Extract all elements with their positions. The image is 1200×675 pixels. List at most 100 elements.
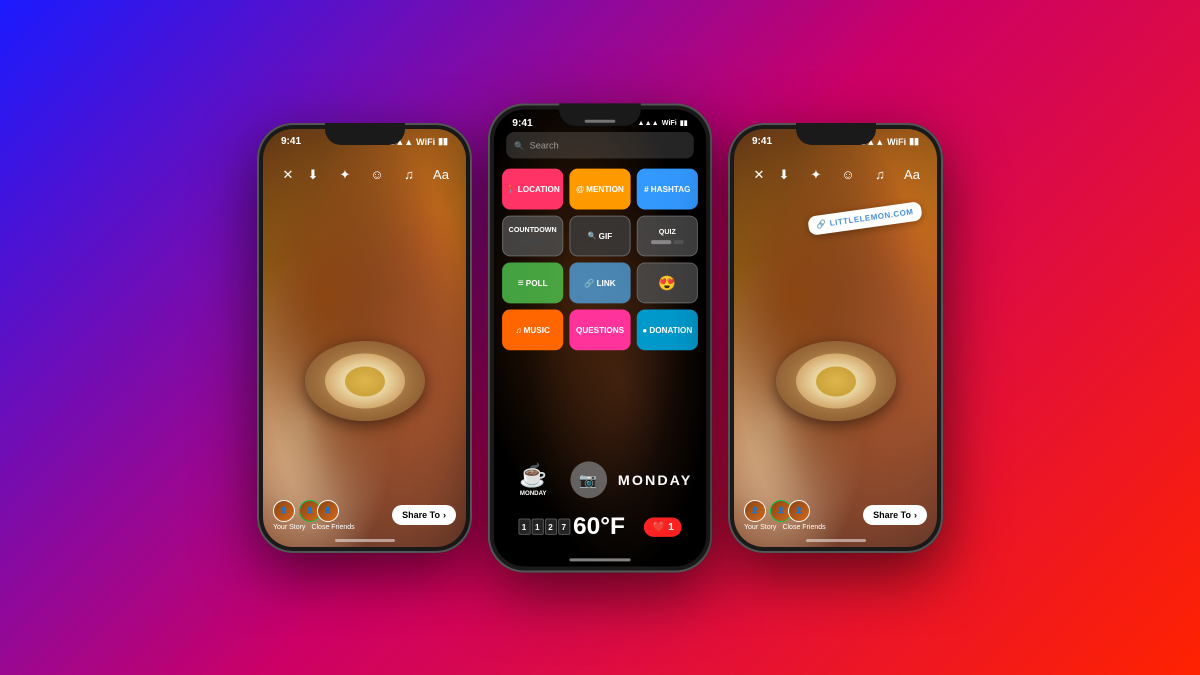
avatar-group-right: 👤 👤 👤 — [744, 500, 810, 522]
screen-middle: 9:41 ▲▲▲ WiFi ▮▮ 🔍 Search 📍 LOCATION — [494, 109, 706, 566]
share-btn-label-left: Share To — [402, 510, 440, 520]
download-icon-right[interactable]: ⬇ — [773, 164, 795, 186]
temp-tile-4: 7 — [558, 518, 570, 534]
share-arrow-right: › — [914, 510, 917, 520]
gif-search-icon: 🔍 — [588, 231, 597, 239]
sticker-poll[interactable]: ≡ POLL — [502, 262, 563, 303]
questions-label: QUESTIONS — [576, 325, 624, 334]
search-bar[interactable]: 🔍 Search — [506, 131, 694, 158]
status-icons-middle: ▲▲▲ WiFi ▮▮ — [638, 118, 688, 126]
avatar-group-left: 👤 👤 👤 — [273, 500, 339, 522]
toolbar-left-group-right: ✕ — [748, 164, 770, 186]
like-badge[interactable]: ❤️ 1 — [644, 517, 682, 536]
toolbar-right-group-right: ⬇ ✦ ☺ ♫ Aa — [773, 164, 923, 186]
mention-icon: @ — [576, 184, 584, 193]
camera-button-middle[interactable]: 📷 — [570, 461, 607, 498]
status-time-middle: 9:41 — [512, 117, 532, 128]
location-icon: 📍 — [506, 184, 516, 193]
temp-tile-3: 2 — [544, 518, 556, 534]
text-icon-right[interactable]: Aa — [901, 164, 923, 186]
emoji-slider-icon: 😍 — [658, 274, 676, 291]
link-icon: 🔗 — [584, 278, 594, 287]
gif-label: GIF — [599, 231, 613, 240]
sticker-location[interactable]: 📍 LOCATION — [502, 168, 563, 209]
sticker-quiz[interactable]: QUIZ — [637, 215, 698, 256]
screen-right: 🔗 LITTLELEMON.COM 9:41 ▲▲▲ WiFi ▮▮ ✕ ⬇ — [734, 129, 937, 547]
temp-tile-1: 1 — [518, 518, 530, 534]
day-text-sticker[interactable]: MONDAY — [618, 471, 692, 487]
link-label: LINK — [597, 278, 616, 287]
share-button-right[interactable]: Share To › — [863, 505, 927, 525]
donation-icon: ● — [642, 325, 647, 334]
temp-display: 1 1 2 7 60°F — [518, 512, 625, 541]
temp-tile-2: 1 — [531, 518, 543, 534]
sticker-donation[interactable]: ● DONATION — [637, 309, 698, 350]
sticker-hashtag[interactable]: # HASHTAG — [637, 168, 698, 209]
battery-icon-left: ▮▮ — [438, 136, 448, 147]
bottom-avatars-right: 👤 👤 👤 Your Story Close Friends — [744, 500, 826, 531]
close-icon-right[interactable]: ✕ — [748, 164, 770, 186]
search-placeholder: Search — [530, 140, 559, 150]
avatar-your-story-left[interactable]: 👤 — [273, 500, 295, 522]
sticker-icon-left[interactable]: ✦ — [334, 164, 356, 186]
wifi-icon-middle: WiFi — [662, 119, 677, 126]
quiz-label: QUIZ — [659, 228, 676, 235]
sticker-gif[interactable]: 🔍 GIF — [569, 215, 630, 256]
sticker-mention[interactable]: @ MENTION — [569, 168, 630, 209]
avatar-labels-left: Your Story Close Friends — [273, 524, 355, 531]
search-icon-middle: 🔍 — [514, 140, 524, 149]
music-icon: ♫ — [515, 325, 521, 334]
notch-left — [325, 123, 405, 145]
sticker-questions[interactable]: QUESTIONS — [569, 309, 630, 350]
poll-icon: ≡ — [518, 277, 524, 288]
heart-icon-badge: ❤️ — [652, 521, 665, 532]
location-label: LOCATION — [518, 184, 560, 193]
avatar-overlap-left[interactable]: 👤 — [317, 500, 339, 522]
battery-icon-middle: ▮▮ — [680, 118, 688, 126]
drag-handle — [585, 119, 616, 122]
food-plate-right — [776, 341, 896, 421]
mute-icon-right[interactable]: ♫ — [869, 164, 891, 186]
poll-label: POLL — [526, 278, 548, 287]
mention-label: MENTION — [586, 184, 624, 193]
sticker-music[interactable]: ♫ MUSIC — [502, 309, 563, 350]
story-toolbar-left: ✕ ⬇ ✦ ☺ ♫ Aa — [263, 157, 466, 193]
bottom-avatars-left: 👤 👤 👤 Your Story Close Friends — [273, 500, 355, 531]
sticker-emoji-slider[interactable]: 😍 — [637, 262, 698, 303]
countdown-label: COUNTDOWN — [509, 226, 557, 233]
sticker-icon-right[interactable]: ✦ — [805, 164, 827, 186]
face-icon-right[interactable]: ☺ — [837, 164, 859, 186]
temperature-display: 60°F — [573, 512, 625, 541]
donation-label: DONATION — [649, 325, 692, 334]
sticker-countdown[interactable]: COUNTDOWN — [502, 215, 563, 256]
screen-left: 9:41 ▲▲▲ WiFi ▮▮ ✕ ⬇ ✦ ☺ ♫ Aa — [263, 129, 466, 547]
close-friends-label-left: Close Friends — [311, 524, 354, 531]
avatar-overlap-right[interactable]: 👤 — [788, 500, 810, 522]
download-icon-left[interactable]: ⬇ — [302, 164, 324, 186]
text-icon-left[interactable]: Aa — [430, 164, 452, 186]
sticker-link[interactable]: 🔗 LINK — [569, 262, 630, 303]
close-icon-left[interactable]: ✕ — [277, 164, 299, 186]
phones-container: 9:41 ▲▲▲ WiFi ▮▮ ✕ ⬇ ✦ ☺ ♫ Aa — [257, 108, 943, 568]
status-time-right: 9:41 — [752, 136, 772, 147]
hashtag-icon: # — [644, 184, 649, 193]
story-toolbar-right: ✕ ⬇ ✦ ☺ ♫ Aa — [734, 157, 937, 193]
phone-left: 9:41 ▲▲▲ WiFi ▮▮ ✕ ⬇ ✦ ☺ ♫ Aa — [257, 123, 472, 553]
sticker-bottom-row: ☕ MONDAY 📷 MONDAY — [502, 454, 698, 505]
monday-coffee-sticker[interactable]: ☕ MONDAY — [508, 454, 559, 505]
avatar-labels-right: Your Story Close Friends — [744, 524, 826, 531]
mute-icon-left[interactable]: ♫ — [398, 164, 420, 186]
wifi-icon-left: WiFi — [416, 137, 435, 147]
food-center-right — [796, 354, 876, 409]
face-icon-left[interactable]: ☺ — [366, 164, 388, 186]
music-label: MUSIC — [524, 325, 550, 334]
toolbar-right-group: ⬇ ✦ ☺ ♫ Aa — [302, 164, 452, 186]
food-plate-left — [305, 341, 425, 421]
share-button-left[interactable]: Share To › — [392, 505, 456, 525]
monday-label: MONDAY — [520, 491, 547, 497]
home-indicator-right — [806, 539, 866, 542]
avatar-your-story-right[interactable]: 👤 — [744, 500, 766, 522]
hashtag-label: HASHTAG — [651, 184, 691, 193]
your-story-label-left: Your Story — [273, 524, 305, 531]
phone-middle: 9:41 ▲▲▲ WiFi ▮▮ 🔍 Search 📍 LOCATION — [488, 103, 712, 572]
